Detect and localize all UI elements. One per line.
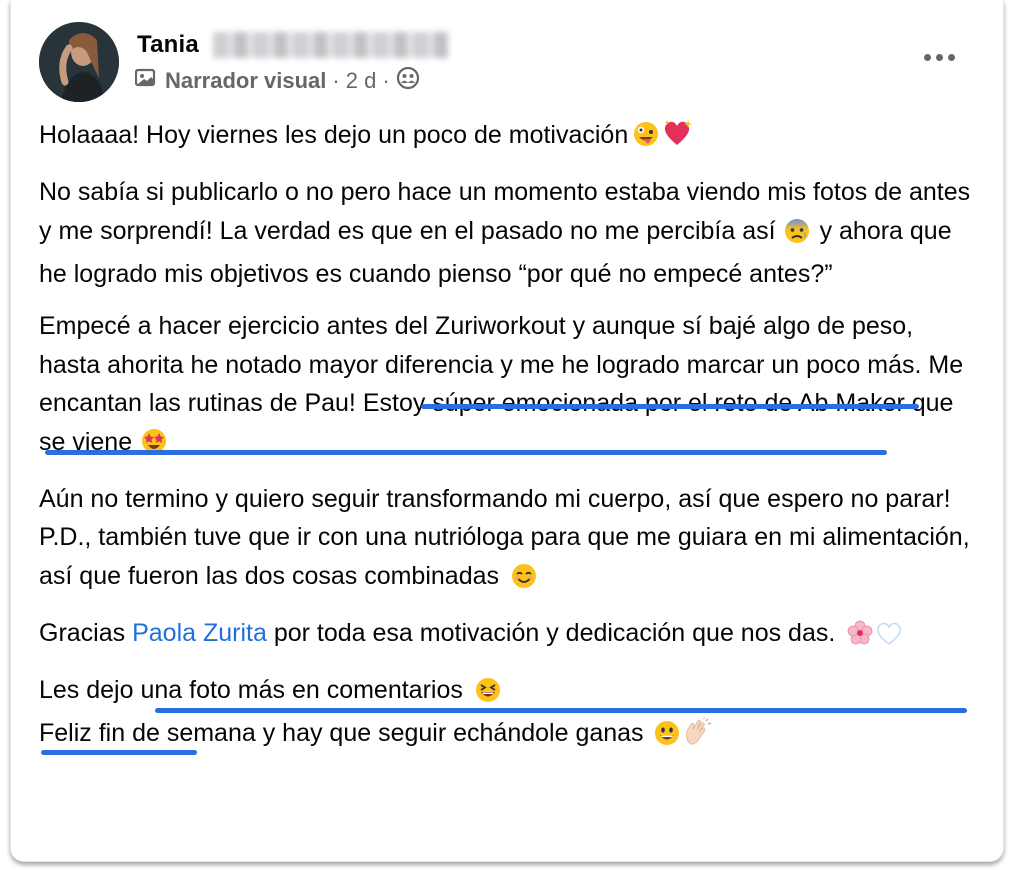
paragraph-2: No sabía si publicarlo o no pero hace un… [39, 173, 979, 294]
paragraph-6-suffix: por toda esa motivación y dedicación que… [273, 618, 836, 647]
star-struck-emoji [140, 427, 168, 467]
paragraph-4: Aún no termino y quiero seguir transform… [39, 480, 979, 519]
cherry-blossom-emoji [847, 619, 873, 658]
post-meta: Narrador visual · 2 d · [134, 66, 420, 96]
paragraph-5: P.D., también tuve que ir con una nutrió… [39, 518, 979, 600]
anxious-face-emoji [784, 217, 810, 256]
zany-face-emoji [632, 120, 660, 160]
white-heart-emoji [875, 619, 903, 658]
smiling-face-emoji [511, 562, 537, 601]
highlight-underline-4 [41, 750, 197, 755]
paragraph-3: Empecé a hacer ejercicio antes del Zuriw… [39, 307, 979, 466]
paragraph-3-text: Empecé a hacer ejercicio antes del Zuriw… [39, 312, 964, 456]
meta-separator-2: · [382, 68, 390, 93]
paragraph-6-prefix: Gracias [39, 618, 126, 647]
author-name[interactable]: Tania [137, 31, 199, 59]
mention-link[interactable]: Paola Zurita [132, 619, 267, 647]
post-body: Holaaaa! Hoy viernes les dejo un poco de… [39, 116, 979, 758]
grinning-face-emoji [654, 719, 680, 758]
image-icon [134, 68, 157, 94]
sparkling-heart-emoji [662, 118, 694, 160]
highlight-underline-1 [421, 404, 919, 409]
paragraph-6: Gracias Paola Zurita por toda esa motiva… [39, 614, 979, 658]
post-time[interactable]: 2 d [346, 68, 377, 94]
post-card: Tania Narrador visual · 2 d · Holaaaa! H… [10, 0, 1004, 862]
author-row: Tania [137, 28, 449, 62]
avatar-photo [39, 22, 119, 102]
paragraph-7-text: Les dejo una foto más en comentarios [39, 675, 463, 704]
avatar[interactable] [39, 22, 119, 102]
paragraph-1-text: Holaaaa! Hoy viernes les dejo un poco de… [39, 121, 629, 149]
paragraph-5-text: P.D., también tuve que ir con una nutrió… [39, 523, 970, 590]
more-options-icon[interactable] [919, 42, 959, 72]
redacted-surname [212, 32, 449, 58]
clapping-hands-emoji [682, 717, 712, 758]
paragraph-8-text: Feliz fin de semana y hay que seguir ech… [39, 719, 644, 747]
meta-separator: · [332, 68, 340, 93]
globe-friends-icon[interactable] [396, 66, 420, 96]
highlight-underline-2 [45, 450, 887, 455]
paragraph-4-text: Aún no termino y quiero seguir transform… [39, 484, 951, 513]
highlight-underline-3 [155, 708, 967, 713]
group-name-link[interactable]: Narrador visual [165, 68, 326, 94]
paragraph-1: Holaaaa! Hoy viernes les dejo un poco de… [39, 116, 979, 160]
